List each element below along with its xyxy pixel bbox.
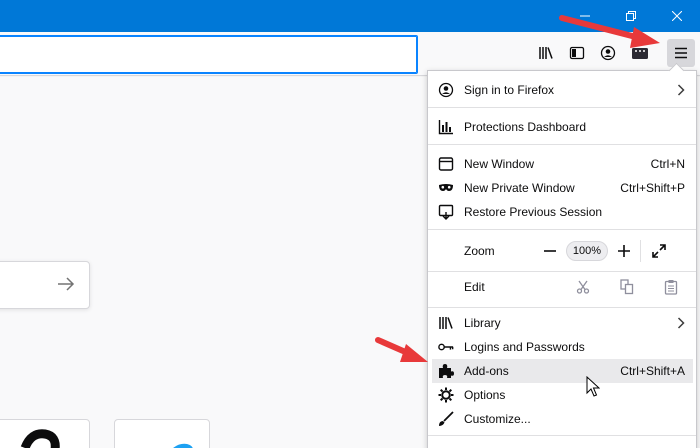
sidebar-button[interactable] [562,39,592,67]
menu-item-protections-dashboard[interactable]: Protections Dashboard [432,115,693,139]
account-button[interactable] [593,39,623,67]
menu-item-label: Add-ons [464,364,509,378]
chevron-right-icon [677,317,685,329]
cut-button[interactable] [561,275,605,299]
paste-icon [664,280,678,295]
shortcut-text: Ctrl+Shift+P [620,181,685,195]
library-icon [539,47,553,59]
gear-icon [438,387,454,403]
hamburger-menu-icon [675,47,687,59]
key-icon [438,339,454,355]
zoom-in-button[interactable] [612,239,636,263]
zoom-label: Zoom [464,244,495,258]
menu-item-label: Customize... [464,412,531,426]
account-icon [600,45,616,61]
shortcut-text: Ctrl+Shift+A [620,364,685,378]
menu-separator [428,107,696,108]
chevron-right-icon [677,84,685,96]
copy-button[interactable] [605,275,649,299]
menu-separator [428,271,696,272]
menu-separator [428,307,696,308]
site-logo-icon [20,429,60,448]
menu-item-restore-session[interactable]: Restore Previous Session [432,200,693,224]
window-icon [438,156,454,172]
extension-button[interactable] [625,39,655,67]
menu-separator [428,435,696,436]
menu-item-label: New Window [464,157,535,171]
library-button[interactable] [531,39,561,67]
menu-item-library[interactable]: Library [432,311,693,335]
minimize-icon [580,15,590,17]
menu-item-label: New Private Window [464,181,575,195]
menu-item-label: Protections Dashboard [464,120,587,134]
top-site-tile[interactable] [114,419,210,448]
menu-item-sign-in[interactable]: Sign in to Firefox [432,78,693,102]
close-icon [672,11,682,21]
menu-item-logins-passwords[interactable]: Logins and Passwords [432,335,693,359]
menu-item-label: Options [464,388,506,402]
fullscreen-icon [652,244,666,258]
zoom-reset-button[interactable]: 100% [566,241,608,261]
zoom-out-button[interactable] [538,239,562,263]
brush-icon [438,411,454,427]
copy-icon [620,279,634,295]
sidebar-icon [569,46,585,60]
plus-icon [618,245,630,257]
twitter-icon [173,443,193,448]
menu-item-label: Logins and Passwords [464,340,585,354]
extension-icon [632,48,648,59]
scissors-icon [576,280,590,294]
url-bar[interactable] [0,35,418,74]
menu-item-options[interactable]: Options [432,383,693,407]
menu-item-label: Restore Previous Session [464,205,603,219]
library-icon [438,315,454,331]
top-site-tile[interactable] [0,419,90,448]
restore-session-icon [438,204,454,220]
mask-icon [438,180,454,196]
menu-item-customize[interactable]: Customize... [432,407,693,431]
minus-icon [544,250,556,252]
menu-item-label: Sign in to Firefox [464,83,555,97]
edit-label: Edit [464,280,485,294]
menu-item-label: Library [464,316,501,330]
zoom-divider [640,240,641,262]
restore-button[interactable] [608,0,654,32]
account-icon [438,82,454,98]
chart-icon [438,119,454,135]
puzzle-icon [438,363,454,379]
paste-button[interactable] [649,275,693,299]
menu-separator [428,144,696,145]
search-box[interactable] [0,261,90,309]
shortcut-text: Ctrl+N [650,157,685,171]
zoom-controls: Zoom 100% [432,235,693,267]
menu-item-new-private-window[interactable]: New Private Window Ctrl+Shift+P [432,176,693,200]
menu-item-add-ons[interactable]: Add-ons Ctrl+Shift+A [432,359,693,383]
title-bar [0,0,700,32]
minimize-button[interactable] [562,0,608,32]
menu-item-new-window[interactable]: New Window Ctrl+N [432,152,693,176]
open-menu-button[interactable] [667,39,695,67]
fullscreen-button[interactable] [647,239,671,263]
close-window-button[interactable] [654,0,700,32]
app-menu-panel: Sign in to Firefox Protections Dashboard… [427,70,697,448]
restore-icon [626,11,636,21]
edit-controls: Edit [432,273,693,301]
arrow-right-icon[interactable] [57,276,75,292]
menu-separator [428,229,696,230]
